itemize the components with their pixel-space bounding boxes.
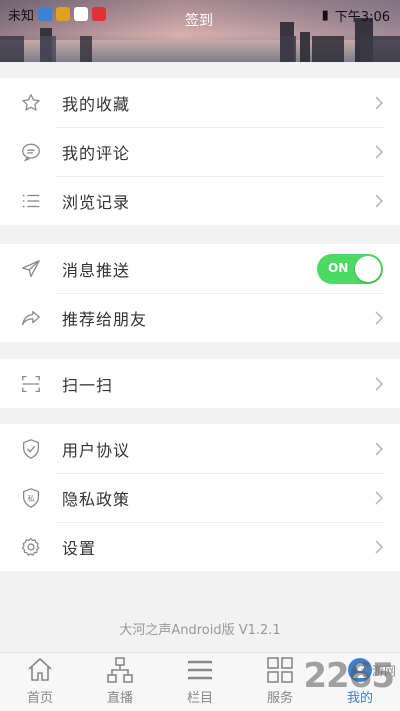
menu-item-history[interactable]: 浏览记录 — [0, 176, 400, 225]
tab-columns[interactable]: 栏目 — [160, 653, 240, 711]
watermark-subtext: 手游网 — [359, 664, 396, 678]
home-icon — [28, 658, 52, 681]
menu-item-recommend[interactable]: 推荐给朋友 — [0, 293, 400, 342]
menu-section-social: 消息推送 ON 推荐给朋友 — [0, 244, 400, 342]
send-icon — [22, 259, 40, 277]
chevron-right-icon — [375, 539, 384, 554]
tab-home[interactable]: 首页 — [0, 653, 80, 711]
scan-icon — [22, 375, 40, 392]
banner-city — [0, 36, 400, 62]
toggle-knob — [355, 255, 381, 282]
menu-section-personal: 我的收藏 我的评论 浏览记录 — [0, 78, 400, 225]
menu-item-comments[interactable]: 我的评论 — [0, 127, 400, 176]
toggle-state-text: ON — [328, 260, 349, 275]
tab-label: 服务 — [266, 691, 293, 706]
menu-section-settings: 用户协议 私 隐私政策 设置 — [0, 424, 400, 571]
carrier-text: 未知 — [8, 8, 35, 24]
privacy-icon-glyph: 私 — [27, 493, 35, 502]
menu-item-label: 扫一扫 — [62, 375, 114, 395]
tab-label: 首页 — [26, 691, 53, 706]
menu-section-scan: 扫一扫 — [0, 359, 400, 408]
chevron-right-icon — [375, 144, 384, 159]
menu-item-privacy-policy[interactable]: 私 隐私政策 — [0, 473, 400, 522]
menu-item-label: 用户协议 — [62, 440, 131, 460]
menu-item-label: 我的评论 — [62, 143, 131, 163]
comment-icon — [22, 143, 40, 162]
app-version-text: 大河之声Android版 V1.2.1 — [119, 623, 281, 638]
grid-icon — [267, 657, 293, 683]
menu-item-user-agreement[interactable]: 用户协议 — [0, 424, 400, 473]
battery-icon: ▮ — [321, 8, 329, 23]
menu-item-settings[interactable]: 设置 — [0, 522, 400, 571]
tab-live[interactable]: 直播 — [80, 653, 160, 711]
clock-text: 下午3:06 — [334, 10, 390, 25]
hierarchy-icon — [107, 657, 133, 683]
menu-item-label: 隐私政策 — [62, 489, 131, 509]
chevron-right-icon — [375, 441, 384, 456]
app-notification-icon — [38, 7, 53, 21]
chevron-right-icon — [375, 490, 384, 505]
menu-item-label: 消息推送 — [62, 260, 131, 280]
menu-icon — [188, 660, 212, 680]
tab-label: 栏目 — [186, 691, 213, 706]
status-right: ▮ 下午3:06 — [322, 6, 390, 25]
privacy-shield-icon: 私 — [23, 487, 39, 508]
menu-item-label: 推荐给朋友 — [62, 309, 148, 329]
menu-item-label: 浏览记录 — [62, 192, 131, 212]
app-notification-icon — [92, 7, 107, 21]
gear-icon — [21, 537, 40, 556]
star-icon — [22, 93, 40, 111]
app-notification-icon — [74, 7, 89, 21]
menu-item-favorites[interactable]: 我的收藏 — [0, 78, 400, 127]
share-icon — [22, 310, 40, 325]
chevron-right-icon — [375, 376, 384, 391]
chevron-right-icon — [375, 310, 384, 325]
sign-in-button[interactable]: 签到 — [185, 10, 213, 30]
chevron-right-icon — [375, 95, 384, 110]
tab-label: 直播 — [106, 691, 133, 706]
menu-item-label: 设置 — [62, 538, 97, 558]
app-notification-icon — [56, 7, 71, 21]
shield-check-icon — [23, 438, 39, 459]
list-icon — [22, 194, 40, 207]
menu-item-label: 我的收藏 — [62, 94, 131, 114]
menu-item-push-notifications: 消息推送 ON — [0, 244, 400, 293]
chevron-right-icon — [375, 193, 384, 208]
menu-item-scan[interactable]: 扫一扫 — [0, 359, 400, 408]
push-toggle[interactable]: ON — [317, 253, 383, 284]
